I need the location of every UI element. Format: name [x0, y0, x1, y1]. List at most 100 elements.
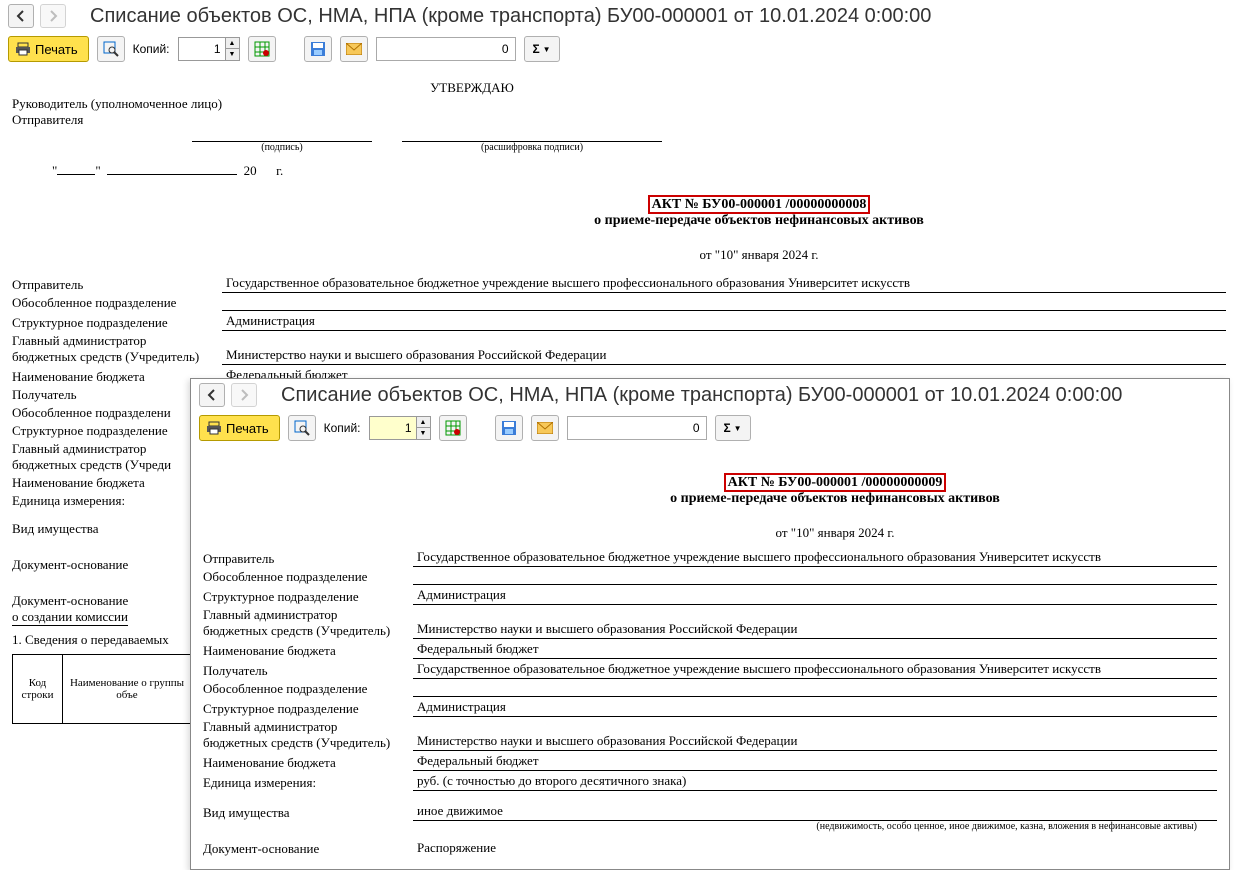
unit-value: руб. (с точностью до второго десятичного…: [413, 773, 1217, 791]
save-button[interactable]: [304, 36, 332, 62]
sender-value: Государственное образовательное бюджетно…: [413, 549, 1217, 567]
mail-icon: [537, 422, 553, 434]
approve-heading: УТВЕРЖДАЮ: [292, 80, 652, 96]
struct-value: Администрация: [222, 313, 1226, 331]
admin2-value: Министерство науки и высшего образования…: [413, 733, 1217, 751]
receiver-label: Получатель: [203, 663, 413, 679]
print-label: Печать: [226, 421, 269, 436]
chevron-down-icon: ▼: [734, 424, 742, 433]
grid-settings-button[interactable]: [439, 415, 467, 441]
obosob-label: Обособленное подразделение: [203, 569, 413, 585]
copies-input[interactable]: [370, 417, 416, 439]
save-button[interactable]: [495, 415, 523, 441]
back-button[interactable]: [8, 4, 34, 28]
obosob-value: [413, 569, 1217, 585]
preview-button[interactable]: [97, 36, 125, 62]
mail-button[interactable]: [340, 36, 368, 62]
struct2-value: Администрация: [413, 699, 1217, 717]
mail-icon: [346, 43, 362, 55]
basis-label: Документ-основание: [203, 841, 413, 857]
print-button[interactable]: Печать: [199, 415, 280, 441]
sender-label: Отправитель: [12, 277, 222, 293]
print-button[interactable]: Печать: [8, 36, 89, 62]
admin-value: Министерство науки и высшего образования…: [413, 621, 1217, 639]
basis-value: Распоряжение: [413, 840, 1217, 857]
forward-button[interactable]: [231, 383, 257, 407]
unit-label: Единица измерения:: [203, 775, 413, 791]
struct2-label: Структурное подразделение: [12, 423, 168, 439]
sum-input[interactable]: [567, 416, 707, 440]
back-button[interactable]: [199, 383, 225, 407]
window-title: Списание объектов ОС, НМА, НПА (кроме тр…: [265, 382, 1122, 409]
budget2-label: Наименование бюджета: [12, 475, 145, 491]
copies-label: Копий:: [133, 42, 170, 56]
kind-label: Вид имущества: [203, 805, 413, 821]
obosob2-label: Обособленное подразделение: [203, 681, 413, 697]
grid-icon: [445, 420, 461, 436]
budget2-value: Федеральный бюджет: [413, 753, 1217, 771]
struct-value: Администрация: [413, 587, 1217, 605]
printer-icon: [15, 41, 31, 57]
receiver-label: Получатель: [12, 387, 77, 403]
sigma-button[interactable]: Σ ▼: [715, 415, 751, 441]
preview-button[interactable]: [288, 415, 316, 441]
sum-input[interactable]: [376, 37, 516, 61]
table-header: Кодстроки Наименование о группы объе: [12, 654, 192, 724]
sender-label: Отправитель: [203, 551, 413, 567]
admin2-label: Главный администраторбюджетных средств (…: [12, 441, 171, 473]
struct2-label: Структурное подразделение: [203, 701, 413, 717]
signature-label: (подпись): [261, 142, 303, 153]
admin-label: Главный администраторбюджетных средств (…: [203, 607, 413, 639]
leader-label: Руководитель (уполномоченное лицо) Отпра…: [12, 96, 1226, 128]
print-label: Печать: [35, 42, 78, 57]
admin-label: Главный администраторбюджетных средств (…: [12, 333, 222, 365]
step-down-icon[interactable]: ▼: [416, 428, 430, 439]
date-placeholder: "" 20 г.: [52, 163, 1226, 179]
sigma-icon: Σ: [532, 42, 539, 56]
act-subtitle: о приеме-передаче объектов нефинансовых …: [312, 213, 1206, 229]
step-up-icon[interactable]: ▲: [416, 417, 430, 428]
basis2-label: Документ-основаниео создании комиссии: [12, 593, 128, 626]
obosob-label: Обособленное подразделение: [12, 295, 222, 311]
copies-input[interactable]: [179, 38, 225, 60]
struct-label: Структурное подразделение: [12, 315, 222, 331]
copies-stepper[interactable]: ▲▼: [178, 37, 240, 61]
magnifier-icon: [103, 41, 119, 57]
unit-label: Единица измерения:: [12, 493, 125, 509]
decipher-label: (расшифровка подписи): [481, 142, 583, 153]
window-title: Списание объектов ОС, НМА, НПА (кроме тр…: [74, 3, 931, 30]
act-date: от "10" января 2024 г.: [312, 247, 1206, 263]
section1-label: 1. Сведения о передаваемых: [12, 632, 192, 648]
copies-stepper[interactable]: ▲▼: [369, 416, 431, 440]
chevron-down-icon: ▼: [543, 45, 551, 54]
obosob-value: [222, 295, 1226, 311]
floppy-icon: [501, 420, 517, 436]
basis-label: Документ-основание: [12, 557, 128, 573]
sigma-icon: Σ: [723, 421, 730, 435]
admin-value: Министерство науки и высшего образования…: [222, 347, 1226, 365]
obosob2-label: Обособленное подразделени: [12, 405, 171, 421]
floppy-icon: [310, 41, 326, 57]
act-date: от "10" января 2024 г.: [463, 525, 1207, 541]
act-number: АКТ № БУ00-000001 /00000000009: [724, 473, 947, 492]
kind-value: иное движимое: [413, 803, 1217, 821]
budget-value: Федеральный бюджет: [413, 641, 1217, 659]
receiver-value: Государственное образовательное бюджетно…: [413, 661, 1217, 679]
sender-value: Государственное образовательное бюджетно…: [222, 275, 1226, 293]
printer-icon: [206, 420, 222, 436]
forward-button[interactable]: [40, 4, 66, 28]
obosob2-value: [413, 681, 1217, 697]
step-down-icon[interactable]: ▼: [225, 49, 239, 60]
budget2-label: Наименование бюджета: [203, 755, 413, 771]
grid-settings-button[interactable]: [248, 36, 276, 62]
mail-button[interactable]: [531, 415, 559, 441]
grid-icon: [254, 41, 270, 57]
struct-label: Структурное подразделение: [203, 589, 413, 605]
step-up-icon[interactable]: ▲: [225, 38, 239, 49]
sigma-button[interactable]: Σ ▼: [524, 36, 560, 62]
act-subtitle: о приеме-передаче объектов нефинансовых …: [463, 491, 1207, 507]
copies-label: Копий:: [324, 421, 361, 435]
act-number: АКТ № БУ00-000001 /00000000008: [648, 195, 871, 214]
kind-label: Вид имущества: [12, 521, 98, 537]
admin2-label: Главный администраторбюджетных средств (…: [203, 719, 413, 751]
